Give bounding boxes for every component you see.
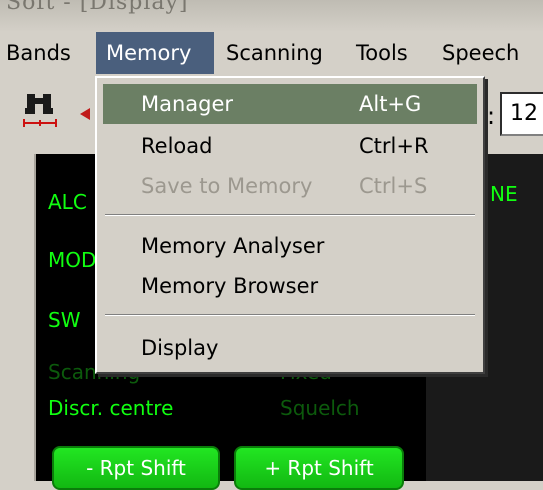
menu-item-memory-browser[interactable]: Memory Browser <box>103 266 477 306</box>
plus-rpt-shift-button[interactable]: + Rpt Shift <box>234 446 404 490</box>
sw-label: SW <box>48 308 81 332</box>
left-gutter <box>0 154 36 481</box>
menu-tools[interactable]: Tools <box>356 32 426 74</box>
toolbar-field-label: : <box>487 102 496 130</box>
squelch-label: Squelch <box>280 396 360 420</box>
memory-menu-dropdown: Manager Alt+G Reload Ctrl+R Save to Memo… <box>95 76 485 374</box>
window-title: Soft - [Display] <box>6 0 189 15</box>
menu-memory[interactable]: Memory <box>96 32 214 74</box>
discr-centre-label: Discr. centre <box>48 396 174 420</box>
minus-rpt-shift-button[interactable]: - Rpt Shift <box>52 446 220 490</box>
right-ne-label: NE <box>490 182 518 206</box>
menu-separator-2 <box>105 314 475 316</box>
menu-scanning[interactable]: Scanning <box>226 32 336 74</box>
title-bar: Soft - [Display] <box>0 0 543 32</box>
toolbar-value-input[interactable]: 12 <box>500 92 543 136</box>
menu-separator-1 <box>105 214 475 216</box>
binoculars-icon[interactable] <box>22 90 58 134</box>
menu-item-memory-analyser[interactable]: Memory Analyser <box>103 226 477 266</box>
menu-item-manager[interactable]: Manager Alt+G <box>103 84 477 124</box>
alc-label: ALC <box>48 190 87 214</box>
shortcut-manager: Alt+G <box>359 92 422 116</box>
menu-bands[interactable]: Bands <box>6 32 84 74</box>
shortcut-reload: Ctrl+R <box>359 134 429 158</box>
mode-label: MOD <box>48 248 97 272</box>
menu-speech[interactable]: Speech <box>442 32 532 74</box>
menu-item-save-to-memory: Save to Memory Ctrl+S <box>103 166 477 206</box>
menu-bar: Bands Memory Scanning Tools Speech <box>0 32 543 74</box>
menu-item-reload[interactable]: Reload Ctrl+R <box>103 126 477 166</box>
menu-item-display[interactable]: Display <box>103 328 477 368</box>
shortcut-save-to-memory: Ctrl+S <box>359 174 428 198</box>
